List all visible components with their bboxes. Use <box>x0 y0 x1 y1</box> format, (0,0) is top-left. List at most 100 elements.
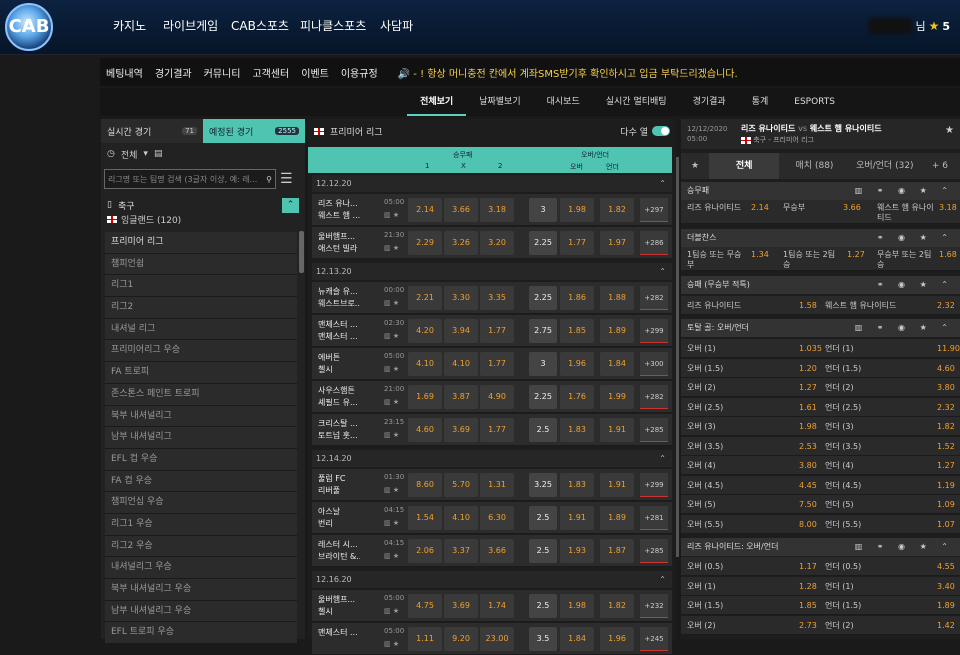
league-item[interactable]: 존스톤스 페인트 트로피 <box>105 383 297 406</box>
more-markets-button[interactable]: +285 <box>640 539 668 563</box>
odd-under[interactable]: 1.88 <box>600 286 634 310</box>
league-item[interactable]: 리그1 <box>105 275 297 298</box>
more-markets-button[interactable]: +299 <box>640 319 668 343</box>
market-row[interactable]: 1팀승 또는 무승부 1.34 1팀승 또는 2팀승 1.27 무승부 또는 2… <box>681 247 960 271</box>
outcome-odd[interactable]: 1.27 <box>937 456 955 475</box>
outcome-odd[interactable]: 4.45 <box>799 476 817 495</box>
link-community[interactable]: 커뮤니티 <box>198 65 247 80</box>
odd-over[interactable]: 1.93 <box>560 539 594 563</box>
outcome-odd[interactable]: 1.42 <box>937 616 955 635</box>
more-markets-button[interactable]: +297 <box>640 198 668 222</box>
odd-under[interactable]: 1.82 <box>600 594 634 618</box>
tab-by-date[interactable]: 날짜별보기 <box>466 88 533 116</box>
outcome-odd[interactable]: 3.80 <box>799 456 817 475</box>
stats-icon[interactable]: ▥ ★ <box>384 431 399 439</box>
odd-away[interactable]: 3.35 <box>480 286 514 310</box>
outcome-odd[interactable]: 1.58 <box>799 296 817 315</box>
market-row[interactable]: 오버 (4.5) 4.45 언더 (4.5) 1.19 <box>681 475 960 495</box>
sport-soccer[interactable]: ▯ 축구 ⌃ <box>107 197 299 213</box>
odd-under[interactable]: 1.99 <box>600 385 634 409</box>
odd-over[interactable]: 1.85 <box>560 319 594 343</box>
outcome-odd[interactable]: 1.20 <box>799 359 817 378</box>
stats-icon[interactable]: ▥ ★ <box>384 244 399 252</box>
match-row[interactable]: 맨체스터 ... 맨체스터 ... 02:30 ▥ ★ 4.20 3.94 1.77 2.75… <box>312 315 672 347</box>
matches-scrollbar[interactable] <box>676 157 679 557</box>
market-row[interactable]: 오버 (5) 7.50 언더 (5) 1.09 <box>681 495 960 514</box>
odd-draw[interactable]: 3.30 <box>444 286 478 310</box>
league-item[interactable]: 리그1 우승 <box>105 513 297 536</box>
market-row[interactable]: 오버 (1.5) 1.20 언더 (1.5) 4.60 <box>681 358 960 378</box>
stats-icon[interactable]: ▥ ★ <box>384 607 399 615</box>
more-markets-button[interactable]: +232 <box>640 594 668 618</box>
stats-icon[interactable]: ▥ ★ <box>384 398 399 406</box>
match-row[interactable]: 아스날 번리 04:15 ▥ ★ 1.54 4.10 6.30 2.5 1.91 1.89 +281 <box>312 502 672 534</box>
odd-home[interactable]: 1.54 <box>408 506 442 530</box>
odd-home[interactable]: 8.60 <box>408 473 442 497</box>
league-item[interactable]: 남부 내셔널리그 우승 <box>105 600 297 623</box>
odd-away[interactable]: 1.74 <box>480 594 514 618</box>
outcome-odd[interactable]: 1.27 <box>847 250 865 260</box>
odd-away[interactable]: 4.90 <box>480 385 514 409</box>
odd-home[interactable]: 4.60 <box>408 418 442 442</box>
favorite-star-icon[interactable]: ★ <box>945 125 954 136</box>
outcome-odd[interactable]: 2.32 <box>937 296 955 315</box>
region-england[interactable]: 잉글랜드 (120) <box>107 213 299 226</box>
more-markets-button[interactable]: +245 <box>640 627 668 651</box>
market-row[interactable]: 오버 (1) 1.28 언더 (1) 3.40 <box>681 576 960 596</box>
league-item[interactable]: 북부 내셔널리그 <box>105 405 297 428</box>
market-header-doublechance[interactable]: 더블찬스 ⚭ ◉ ★ ⌃ <box>681 229 960 247</box>
site-logo[interactable]: CAB <box>5 3 53 51</box>
league-item[interactable]: 내셔널리그 우승 <box>105 557 297 579</box>
menu-live-game[interactable]: 라이브게임 <box>163 0 218 52</box>
outcome-odd[interactable]: 1.61 <box>799 398 817 417</box>
menu-cab-sports[interactable]: CAB스포츠 <box>231 0 289 52</box>
market-row[interactable]: 오버 (4) 3.80 언더 (4) 1.27 <box>681 456 960 475</box>
outcome-odd[interactable]: 3.66 <box>843 203 861 213</box>
odd-over[interactable]: 1.83 <box>560 473 594 497</box>
odd-under[interactable]: 1.91 <box>600 473 634 497</box>
odd-under[interactable]: 1.96 <box>600 627 634 651</box>
chevron-up-icon[interactable]: ⌃ <box>659 450 666 467</box>
odd-under[interactable]: 1.97 <box>600 231 634 255</box>
odd-away[interactable]: 3.18 <box>480 198 514 222</box>
match-row[interactable]: 크리스탈 ... 토트넘 홋... 23:15 ▥ ★ 4.60 3.69 1.77 2.5 1… <box>312 414 672 446</box>
odd-away[interactable]: 6.30 <box>480 506 514 530</box>
league-item[interactable]: 북부 내셔널리그 우승 <box>105 579 297 601</box>
market-row[interactable]: 오버 (2) 1.27 언더 (2) 3.80 <box>681 378 960 397</box>
market-row[interactable]: 오버 (2) 2.73 언더 (2) 1.42 <box>681 615 960 635</box>
menu-casino[interactable]: 카지노 <box>113 0 146 52</box>
search-icon[interactable]: ⚲ <box>266 175 272 184</box>
match-row[interactable]: 풀럼 FC 리버풀 01:30 ▥ ★ 8.60 5.70 1.31 3.25 1.83 1.91… <box>312 469 672 501</box>
market-tab-overunder[interactable]: 오버/언더 (32) <box>850 153 920 179</box>
market-header-total-goals[interactable]: 토탈 골: 오버/언더 ▥ ⚭ ◉ ★ ⌃ <box>681 319 960 337</box>
market-row[interactable]: 리즈 유나이티드 2.14 무승부 3.66 웨스트 햄 유나이티드 3.18 <box>681 200 960 224</box>
odd-away[interactable]: 3.66 <box>480 539 514 563</box>
odd-away[interactable]: 1.77 <box>480 319 514 343</box>
odd-over[interactable]: 1.83 <box>560 418 594 442</box>
tab-live-matches[interactable]: 실시간 경기 71 <box>101 119 203 143</box>
outcome-odd[interactable]: 8.00 <box>799 515 817 534</box>
league-item[interactable]: 챔피언쉽 <box>105 253 297 276</box>
odd-over[interactable]: 1.77 <box>560 231 594 255</box>
odd-under[interactable]: 1.84 <box>600 352 634 376</box>
odd-draw[interactable]: 4.10 <box>444 352 478 376</box>
outcome-odd[interactable]: 1.85 <box>799 596 817 615</box>
odd-under[interactable]: 1.82 <box>600 198 634 222</box>
outcome-odd[interactable]: 1.89 <box>937 596 955 615</box>
odd-home[interactable]: 2.29 <box>408 231 442 255</box>
league-item[interactable]: 리그2 <box>105 297 297 319</box>
outcome-odd[interactable]: 11.90 <box>937 339 960 358</box>
market-row[interactable]: 리즈 유나이티드 1.58 웨스트 햄 유나이티드 2.32 <box>681 296 960 315</box>
league-item[interactable]: 챔피언십 우승 <box>105 492 297 514</box>
stats-icon[interactable]: ▥ ★ <box>384 332 399 340</box>
stats-icon[interactable]: ▥ ★ <box>384 552 399 560</box>
outcome-odd[interactable]: 1.27 <box>799 378 817 397</box>
match-row[interactable]: 에버튼 첼시 05:00 ▥ ★ 4.10 4.10 1.77 3 1.96 1.84 +300 <box>312 348 672 380</box>
more-markets-button[interactable]: +282 <box>640 286 668 310</box>
menu-icon[interactable]: ☰ <box>280 171 293 187</box>
outcome-odd[interactable]: 3.40 <box>937 577 955 596</box>
outcome-odd[interactable]: 2.32 <box>937 398 955 417</box>
league-item[interactable]: 내셔널 리그 <box>105 318 297 341</box>
outcome-odd[interactable]: 3.80 <box>937 378 955 397</box>
odd-draw[interactable]: 3.69 <box>444 594 478 618</box>
